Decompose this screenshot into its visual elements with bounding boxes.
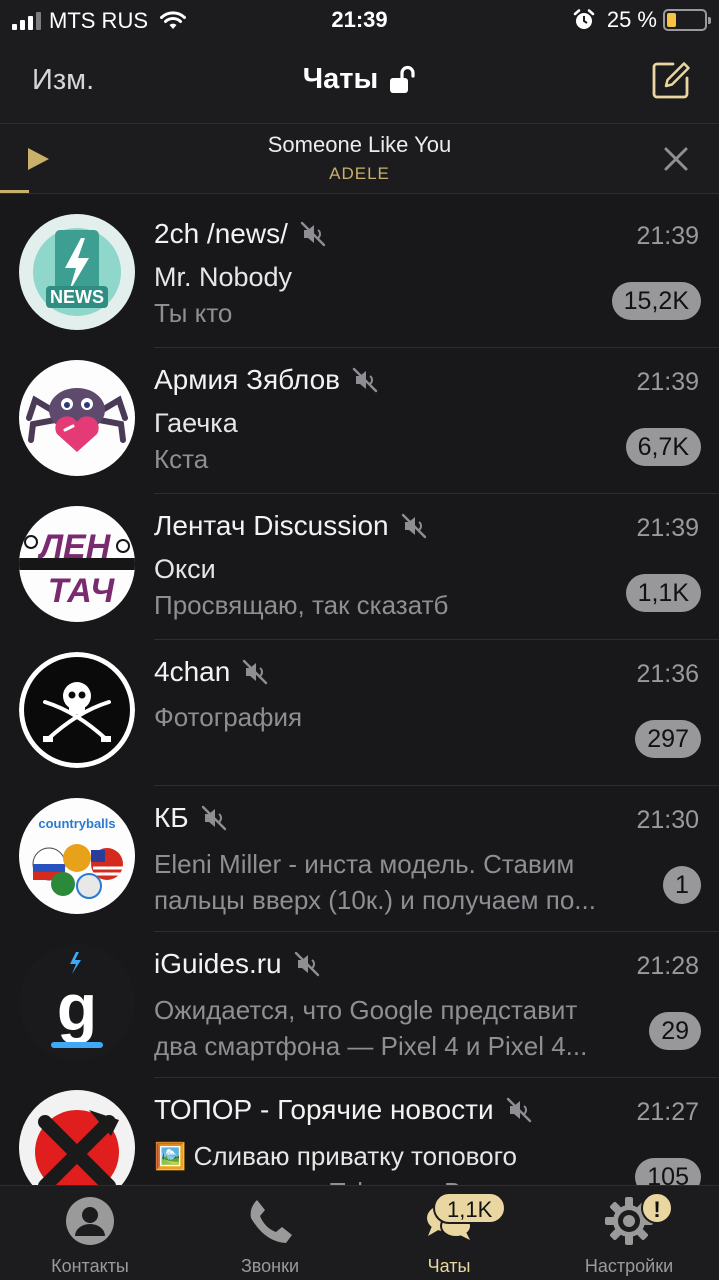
phone-icon <box>250 1200 292 1243</box>
battery-level <box>667 13 676 27</box>
chat-time: 21:27 <box>636 1098 699 1126</box>
music-player-bar[interactable]: Someone Like You ADELE <box>0 124 719 194</box>
tab-label: Звонки <box>240 1256 300 1276</box>
page-title-text: Чаты <box>302 63 379 95</box>
chat-message-preview: Eleni Miller - инста модель. Ставим паль… <box>154 846 654 918</box>
avatar: g <box>19 944 135 1060</box>
chat-row-iguides[interactable]: g iGuides.ru 21:28 Ожидается, что Google… <box>0 932 719 1078</box>
lentach-avatar-icon: ЛЕН ТАЧ <box>19 506 135 622</box>
chat-name: Лентач Discussion <box>154 510 389 541</box>
compose-icon[interactable] <box>651 60 691 100</box>
mute-icon <box>401 513 426 539</box>
tab-calls[interactable]: Звонки <box>180 1186 360 1280</box>
chat-sender: Гаечка <box>154 408 238 438</box>
unread-badge: 1,1K <box>625 574 701 612</box>
svg-text:ЛЕН: ЛЕН <box>37 528 112 566</box>
song-title: Someone Like You <box>267 132 452 157</box>
chat-message-preview: Кста <box>154 444 209 474</box>
chat-message-preview: 🖼️ Сливаю приватку топового дарк канала … <box>154 1138 624 1185</box>
unlocked-lock-icon[interactable] <box>388 65 416 95</box>
chat-message-line: два смартфона — Pixel 4 и Pixel 4... <box>154 1031 588 1061</box>
chat-name: 2ch /news/ <box>154 218 288 249</box>
player-progress-bar[interactable] <box>0 190 29 193</box>
avatar: NEWS <box>19 214 135 330</box>
chat-row-2ch-news[interactable]: NEWS 2ch /news/ 21:39 Mr. Nobody Ты кто … <box>0 202 719 348</box>
chat-time: 21:36 <box>636 660 699 688</box>
mute-icon <box>352 367 378 393</box>
chat-row-4chan[interactable]: 4chan 21:36 Фотография 297 <box>0 640 719 786</box>
status-bar: MTS RUS 21:39 25 % <box>0 0 719 40</box>
svg-text:g: g <box>57 970 97 1044</box>
countryballs-avatar-icon: countryballs <box>19 798 135 914</box>
topor-avatar-icon <box>19 1090 135 1185</box>
chat-row-armiya-zyablov[interactable]: Армия Зяблов 21:39 Гаечка Кста 6,7K <box>0 348 719 494</box>
svg-text:ТАЧ: ТАЧ <box>48 572 115 610</box>
tab-label: Чаты <box>427 1256 471 1276</box>
mute-icon <box>201 805 226 831</box>
chat-name: Армия Зяблов <box>154 364 341 395</box>
avatar: ЛЕН ТАЧ <box>19 506 135 622</box>
unread-badge: 15,2K <box>611 282 701 320</box>
avatar: countryballs <box>19 798 135 914</box>
chat-row-topor[interactable]: ТОПОР - Горячие новости 21:27 🖼️ Сливаю … <box>0 1078 719 1185</box>
chat-time: 21:39 <box>636 514 699 542</box>
chat-sender: Окси <box>154 554 216 584</box>
chat-row-lentach-discussion[interactable]: ЛЕН ТАЧ Лентач Discussion 21:39 Окси Про… <box>0 494 719 640</box>
alarm-icon <box>573 9 595 29</box>
tab-label: Настройки <box>584 1256 674 1276</box>
unread-badge: 105 <box>635 1158 701 1185</box>
chat-message-preview: Просвящаю, так сказатб <box>154 590 449 620</box>
navigation-bar: Изм. Чаты <box>0 40 719 124</box>
chat-name: 4chan <box>154 656 231 687</box>
chat-message-preview: Ты кто <box>154 298 233 328</box>
avatar <box>19 360 135 476</box>
chat-time: 21:28 <box>636 952 699 980</box>
chat-list[interactable]: NEWS 2ch /news/ 21:39 Mr. Nobody Ты кто … <box>0 202 719 1185</box>
avatar <box>19 652 135 768</box>
chat-name: iGuides.ru <box>154 948 282 979</box>
iguides-avatar-icon: g <box>19 944 135 1060</box>
tab-contacts[interactable]: Контакты <box>0 1186 180 1280</box>
tab-settings[interactable]: ! Настройки <box>539 1186 719 1280</box>
tab-bar: Контакты Звонки 1,1K Чаты ! Настройки <box>0 1185 719 1280</box>
2ch-news-avatar-icon: NEWS <box>19 214 135 330</box>
unread-badge: 297 <box>635 720 701 758</box>
chat-sender: Mr. Nobody <box>154 262 293 292</box>
settings-alert-badge: ! <box>641 1192 673 1224</box>
page-title: Чаты <box>0 63 719 96</box>
battery-percent: 25 % <box>606 7 657 32</box>
tab-label: Контакты <box>51 1256 129 1276</box>
svg-text:NEWS: NEWS <box>50 287 104 307</box>
chat-message-line: дарк канала в Telegram Вход сто... <box>154 1174 624 1185</box>
battery-icon <box>663 9 711 31</box>
jolly-roger-avatar-icon <box>19 652 135 768</box>
chat-message-line: Ожидается, что Google представит <box>154 995 578 1025</box>
unread-badge: 6,7K <box>625 428 701 466</box>
mute-icon <box>243 659 268 685</box>
unread-badge: 1 <box>663 866 701 904</box>
svg-text:countryballs: countryballs <box>38 816 115 831</box>
chat-time: 21:39 <box>636 368 699 396</box>
chat-message-preview: Ожидается, что Google представит два сма… <box>154 992 639 1064</box>
mute-icon <box>506 1097 531 1123</box>
chat-message-preview: Фотография <box>154 702 303 732</box>
spider-heart-avatar-icon <box>19 360 135 476</box>
tab-chats[interactable]: 1,1K Чаты <box>359 1186 539 1280</box>
chats-unread-badge: 1,1K <box>433 1192 507 1224</box>
chat-name: ТОПОР - Горячие новости <box>154 1094 494 1125</box>
chat-time: 21:30 <box>636 806 699 834</box>
close-icon[interactable] <box>663 146 689 172</box>
song-artist: ADELE <box>329 164 390 183</box>
person-icon <box>66 1197 114 1245</box>
chat-message-line: Eleni Miller - инста модель. Ставим <box>154 849 575 879</box>
chat-name: КБ <box>154 802 189 833</box>
chat-row-kb[interactable]: countryballs КБ 21:30 Eleni Miller - инс… <box>0 786 719 932</box>
chat-message-line: 🖼️ Сливаю приватку топового <box>154 1141 518 1171</box>
mute-icon <box>294 951 319 977</box>
mute-icon <box>300 221 326 247</box>
chat-time: 21:39 <box>636 222 699 250</box>
chat-message-line: пальцы вверх (10к.) и получаем по... <box>154 885 596 915</box>
unread-badge: 29 <box>649 1012 701 1050</box>
avatar <box>19 1090 135 1185</box>
